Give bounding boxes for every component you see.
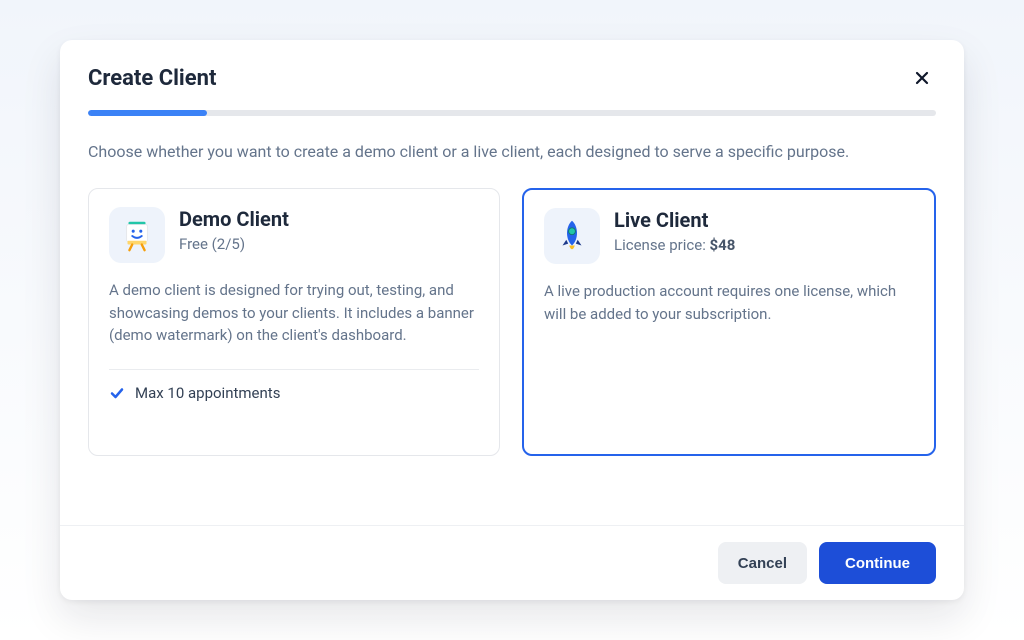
option-description: A demo client is designed for trying out… — [109, 279, 479, 347]
cancel-button[interactable]: Cancel — [718, 542, 807, 584]
option-group: Demo Client Free (2/5) A demo client is … — [88, 188, 936, 456]
option-live-client[interactable]: Live Client License price: $48 A live pr… — [522, 188, 936, 456]
option-title: Live Client — [614, 208, 735, 232]
option-head: Live Client License price: $48 — [544, 208, 914, 264]
divider — [109, 369, 479, 370]
step-description: Choose whether you want to create a demo… — [88, 140, 888, 164]
price-label: License price: — [614, 236, 710, 254]
close-icon — [914, 70, 930, 86]
demo-client-icon — [109, 207, 165, 263]
feature-label: Max 10 appointments — [135, 384, 280, 402]
option-head: Demo Client Free (2/5) — [109, 207, 479, 263]
live-client-icon — [544, 208, 600, 264]
option-description: A live production account requires one l… — [544, 280, 914, 325]
close-button[interactable] — [908, 64, 936, 92]
feature-max-appointments: Max 10 appointments — [109, 384, 479, 402]
option-head-text: Live Client License price: $48 — [614, 208, 735, 254]
modal-header: Create Client — [60, 40, 964, 110]
option-head-text: Demo Client Free (2/5) — [179, 207, 289, 253]
modal-body: Choose whether you want to create a demo… — [60, 116, 964, 525]
option-demo-client[interactable]: Demo Client Free (2/5) A demo client is … — [88, 188, 500, 456]
option-title: Demo Client — [179, 207, 289, 231]
check-icon — [109, 385, 125, 401]
create-client-modal: Create Client Choose whether you want to… — [60, 40, 964, 600]
continue-button[interactable]: Continue — [819, 542, 936, 584]
price-value: $48 — [710, 236, 736, 254]
option-subtitle: License price: $48 — [614, 236, 735, 254]
modal-footer: Cancel Continue — [60, 525, 964, 600]
modal-title: Create Client — [88, 66, 216, 91]
option-subtitle: Free (2/5) — [179, 235, 289, 253]
